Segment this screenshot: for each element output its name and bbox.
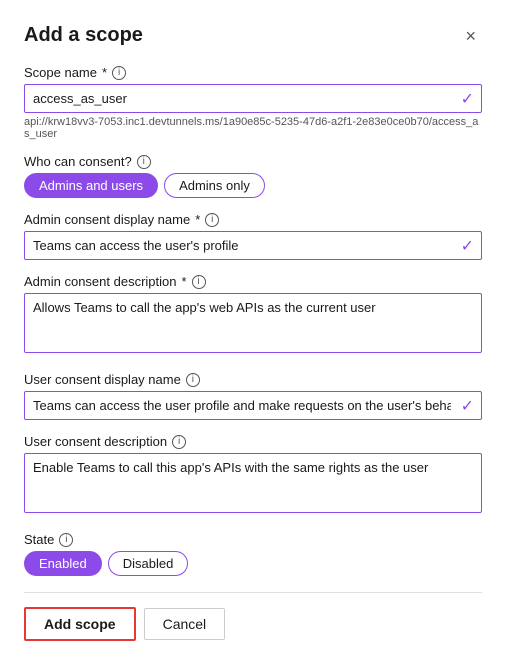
add-scope-button[interactable]: Add scope	[24, 607, 136, 641]
enabled-button[interactable]: Enabled	[24, 551, 102, 576]
admin-consent-display-name-input-wrapper: ✓	[24, 231, 482, 260]
state-buttons: Enabled Disabled	[24, 551, 482, 576]
user-consent-display-name-group: User consent display name i ✓	[24, 372, 482, 420]
admin-consent-display-name-check-icon: ✓	[461, 236, 474, 256]
admins-and-users-button[interactable]: Admins and users	[24, 173, 158, 198]
scope-name-input-wrapper: ✓	[24, 84, 482, 113]
close-button[interactable]: ×	[459, 25, 482, 47]
admin-consent-description-info-icon: i	[192, 275, 206, 289]
footer-buttons: Add scope Cancel	[24, 607, 482, 641]
dialog-title: Add a scope	[24, 24, 143, 47]
add-scope-dialog: Add a scope × Scope name * i ✓ api://krw…	[0, 0, 506, 661]
cancel-button[interactable]: Cancel	[144, 608, 226, 640]
consent-buttons: Admins and users Admins only	[24, 173, 482, 198]
admin-consent-display-name-group: Admin consent display name * i ✓	[24, 212, 482, 260]
user-consent-display-name-input[interactable]	[24, 391, 482, 420]
who-can-consent-group: Who can consent? i Admins and users Admi…	[24, 154, 482, 198]
admins-only-button[interactable]: Admins only	[164, 173, 265, 198]
scope-name-info-icon: i	[112, 66, 126, 80]
user-consent-display-name-info-icon: i	[186, 373, 200, 387]
admin-consent-description-group: Admin consent description * i Allows Tea…	[24, 274, 482, 358]
admin-consent-display-name-input[interactable]	[24, 231, 482, 260]
state-label: State i	[24, 532, 482, 547]
user-consent-display-name-input-wrapper: ✓	[24, 391, 482, 420]
user-consent-description-label: User consent description i	[24, 434, 482, 449]
user-consent-description-info-icon: i	[172, 435, 186, 449]
disabled-button[interactable]: Disabled	[108, 551, 189, 576]
admin-consent-description-label: Admin consent description * i	[24, 274, 482, 289]
scope-name-label: Scope name * i	[24, 65, 482, 80]
user-consent-description-group: User consent description i Enable Teams …	[24, 434, 482, 518]
scope-name-input[interactable]	[24, 84, 482, 113]
who-can-consent-info-icon: i	[137, 155, 151, 169]
dialog-header: Add a scope ×	[24, 24, 482, 47]
api-url-text: api://krw18vv3-7053.inc1.devtunnels.ms/1…	[24, 116, 482, 140]
admin-consent-display-name-info-icon: i	[205, 213, 219, 227]
user-consent-description-input[interactable]: Enable Teams to call this app's APIs wit…	[24, 453, 482, 513]
user-consent-display-name-label: User consent display name i	[24, 372, 482, 387]
state-info-icon: i	[59, 533, 73, 547]
who-can-consent-label: Who can consent? i	[24, 154, 482, 169]
footer-divider	[24, 592, 482, 593]
admin-consent-display-name-label: Admin consent display name * i	[24, 212, 482, 227]
admin-consent-description-input[interactable]: Allows Teams to call the app's web APIs …	[24, 293, 482, 353]
scope-name-check-icon: ✓	[461, 89, 474, 109]
scope-name-group: Scope name * i ✓ api://krw18vv3-7053.inc…	[24, 65, 482, 140]
user-consent-display-name-check-icon: ✓	[461, 396, 474, 416]
state-group: State i Enabled Disabled	[24, 532, 482, 576]
